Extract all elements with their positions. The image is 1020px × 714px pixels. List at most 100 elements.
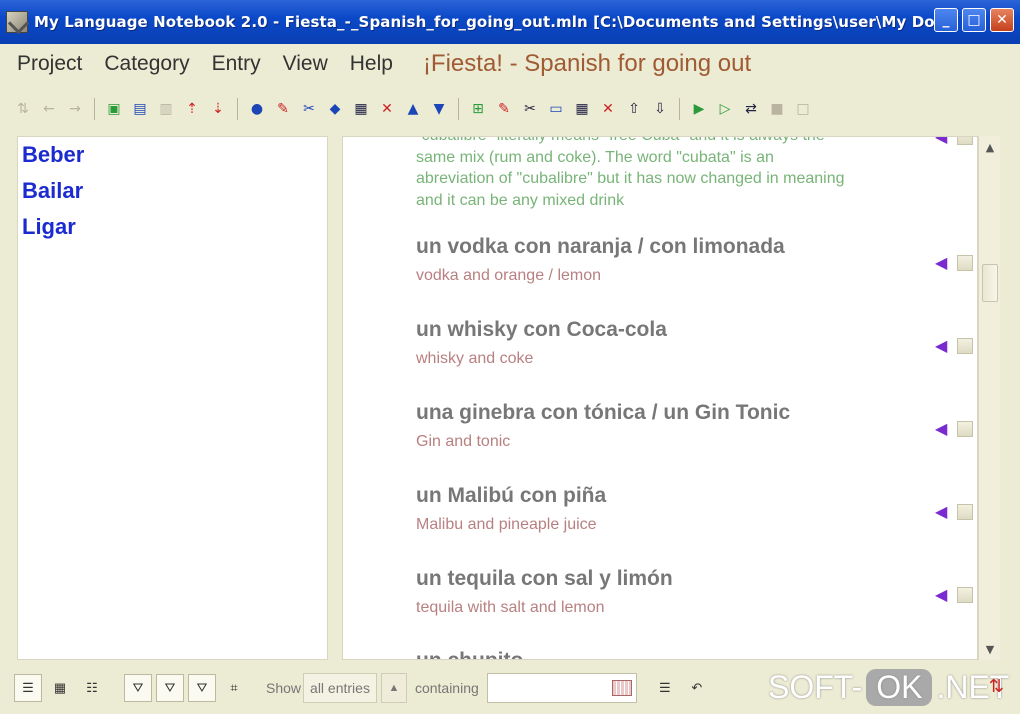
edit-entry-icon[interactable]: ✎ <box>493 98 515 120</box>
play-list-icon[interactable]: ▷ <box>714 98 736 120</box>
entry-checkbox[interactable] <box>957 338 973 354</box>
play-icon[interactable]: ▶ <box>688 98 710 120</box>
export-icon[interactable]: ⇣ <box>207 98 229 120</box>
record-icon[interactable]: □ <box>792 98 814 120</box>
menu-view[interactable]: View <box>283 52 328 76</box>
edit-category-icon[interactable]: ✎ <box>272 98 294 120</box>
delete-entry-icon[interactable]: ✕ <box>597 98 619 120</box>
category-list: Beber Bailar Ligar <box>17 136 328 660</box>
menu-project[interactable]: Project <box>17 52 82 76</box>
entry-term: un Malibú con piña <box>416 484 607 507</box>
speaker-icon[interactable]: ◀ <box>935 504 953 520</box>
filter-clear-icon[interactable]: ⌗ <box>220 674 248 702</box>
entry-translation: Gin and tonic <box>416 433 511 450</box>
move-entry-up-icon[interactable]: ⇧ <box>623 98 645 120</box>
toolbar-divider <box>237 98 238 120</box>
open-project-icon[interactable]: ▤ <box>129 98 151 120</box>
entry-term: un tequila con sal y limón <box>416 567 673 590</box>
list-item[interactable]: una ginebra con tónica / un Gin Tonic Gi… <box>416 401 936 451</box>
list-item[interactable]: un tequila con sal y limón tequila with … <box>416 567 936 617</box>
show-label: Show <box>266 680 302 696</box>
window-title: My Language Notebook 2.0 - Fiesta_-_Span… <box>34 13 934 31</box>
vertical-scrollbar[interactable]: ▲ ▼ <box>978 136 1000 660</box>
toolbar-divider <box>94 98 95 120</box>
entry-checkbox[interactable] <box>957 421 973 437</box>
list-item[interactable]: un chupito <box>416 649 936 659</box>
view-list-icon[interactable]: ☰ <box>14 674 42 702</box>
save-project-icon[interactable]: ▥ <box>155 98 177 120</box>
entry-translation: Malibu and pineaple juice <box>416 516 597 533</box>
list-item[interactable]: un whisky con Coca-cola whisky and coke <box>416 318 936 368</box>
speaker-icon[interactable]: ◀ <box>935 587 953 603</box>
category-item-beber[interactable]: Beber <box>18 141 327 177</box>
undo-icon[interactable]: ↶ <box>683 674 711 702</box>
new-project-icon[interactable]: ▣ <box>103 98 125 120</box>
containing-label: containing <box>414 680 479 696</box>
move-category-down-icon[interactable]: ▼ <box>428 98 450 120</box>
keyboard-icon[interactable] <box>611 680 632 696</box>
sort-icon[interactable]: ⇅ <box>12 98 34 120</box>
cut-entry-icon[interactable]: ✂ <box>519 98 541 120</box>
entry-checkbox[interactable] <box>957 504 973 520</box>
filter-all-icon[interactable]: ⛛ <box>124 674 152 702</box>
entry-note: "cubalibre" literally means "free Cuba" … <box>416 137 845 209</box>
entry-translation: whisky and coke <box>416 350 534 367</box>
shuffle-icon[interactable]: ⇄ <box>740 98 762 120</box>
toolbar-divider <box>458 98 459 120</box>
entry-term: un vodka con naranja / con limonada <box>416 235 785 258</box>
add-entry-icon[interactable]: ⊞ <box>467 98 489 120</box>
filter-unmarked-icon[interactable]: ⛛ <box>188 674 216 702</box>
entry-checkbox[interactable] <box>957 255 973 271</box>
chevron-up-icon[interactable]: ▲ <box>380 673 407 703</box>
speaker-icon[interactable]: ◀ <box>935 421 953 437</box>
view-flashcard-icon[interactable]: ☷ <box>78 674 106 702</box>
cut-category-icon[interactable]: ✂ <box>298 98 320 120</box>
watermark-ok: OK <box>866 668 933 706</box>
watermark: SOFT- OK .NET <box>768 666 1009 708</box>
view-grid-icon[interactable]: ▦ <box>46 674 74 702</box>
scroll-thumb[interactable] <box>982 264 998 302</box>
menu-bar: Project Category Entry View Help ¡Fiesta… <box>0 44 1020 84</box>
close-button[interactable]: ✕ <box>990 8 1014 32</box>
paste-entry-icon[interactable]: ▦ <box>571 98 593 120</box>
entry-translation: vodka and orange / lemon <box>416 267 602 284</box>
list-item[interactable]: un vodka con naranja / con limonada vodk… <box>416 235 936 285</box>
menu-help[interactable]: Help <box>350 52 393 76</box>
paste-category-icon[interactable]: ▦ <box>350 98 372 120</box>
speaker-icon[interactable]: ◀ <box>935 255 953 271</box>
menu-category[interactable]: Category <box>104 52 189 76</box>
category-item-ligar[interactable]: Ligar <box>18 213 327 249</box>
delete-category-icon[interactable]: ✕ <box>376 98 398 120</box>
import-icon[interactable]: ⇡ <box>181 98 203 120</box>
project-title: ¡Fiesta! - Spanish for going out <box>422 50 752 77</box>
entry-term: una ginebra con tónica / un Gin Tonic <box>416 401 791 424</box>
copy-entry-icon[interactable]: ▭ <box>545 98 567 120</box>
speaker-icon[interactable]: ◀ <box>935 338 953 354</box>
watermark-left: SOFT- <box>768 668 863 705</box>
scroll-down-icon[interactable]: ▼ <box>981 640 999 658</box>
clear-filter-icon[interactable]: ☰ <box>651 674 679 702</box>
back-arrow-icon[interactable]: ← <box>38 98 60 120</box>
add-category-icon[interactable]: ● <box>246 98 268 120</box>
move-entry-down-icon[interactable]: ⇩ <box>649 98 671 120</box>
search-input[interactable] <box>486 673 637 703</box>
entry-checkbox[interactable] <box>957 587 973 603</box>
category-item-bailar[interactable]: Bailar <box>18 177 327 213</box>
maximize-button[interactable]: □ <box>962 8 986 32</box>
forward-arrow-icon[interactable]: → <box>64 98 86 120</box>
minimize-button[interactable]: _ <box>934 8 958 32</box>
list-item[interactable]: un Malibú con piña Malibu and pineaple j… <box>416 484 936 534</box>
close-search-icon[interactable]: ⇅ <box>989 676 1004 697</box>
toolbar: ⇅ ← → ▣ ▤ ▥ ⇡ ⇣ ● ✎ ✂ ◆ ▦ ✕ ▲ ▼ ⊞ ✎ ✂ ▭ … <box>12 94 818 124</box>
show-select[interactable]: all entries <box>303 673 377 703</box>
speaker-icon[interactable]: ◀ <box>935 137 953 145</box>
entry-checkbox[interactable] <box>957 137 973 145</box>
scroll-up-icon[interactable]: ▲ <box>981 138 999 156</box>
entry-list: "cubalibre" literally means "free Cuba" … <box>342 136 978 660</box>
filter-marked-icon[interactable]: ⛛ <box>156 674 184 702</box>
menu-entry[interactable]: Entry <box>212 52 261 76</box>
copy-category-icon[interactable]: ◆ <box>324 98 346 120</box>
move-category-up-icon[interactable]: ▲ <box>402 98 424 120</box>
stop-icon[interactable]: ■ <box>766 98 788 120</box>
title-bar: My Language Notebook 2.0 - Fiesta_-_Span… <box>0 0 1020 44</box>
